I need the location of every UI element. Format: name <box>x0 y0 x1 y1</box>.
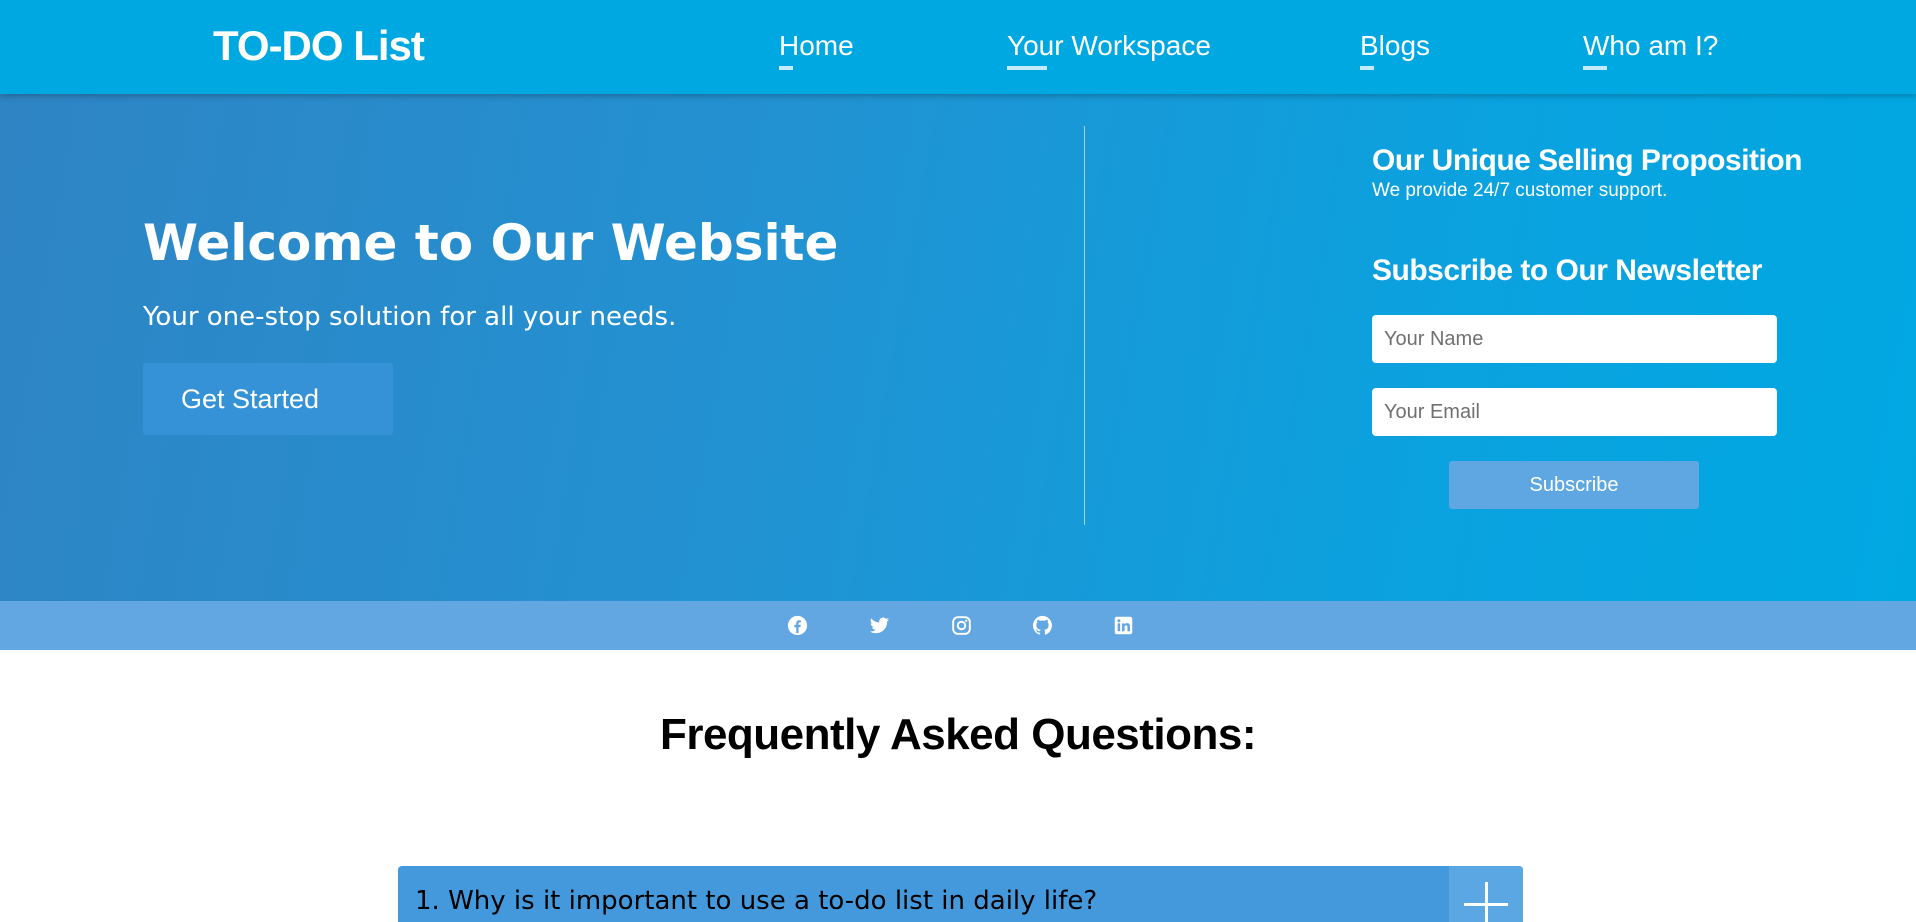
site-header: TO-DO List Home Your Workspace Blogs Who… <box>0 0 1916 94</box>
nav-blogs[interactable]: Blogs <box>1360 30 1431 70</box>
nav-underline <box>1583 66 1607 70</box>
faq-expand-button[interactable] <box>1449 866 1523 922</box>
hero-title: Welcome to Our Website <box>143 214 839 272</box>
nav-who-label: Who am I? <box>1583 30 1719 61</box>
get-started-button[interactable]: Get Started <box>143 363 393 435</box>
newsletter-title: Subscribe to Our Newsletter <box>1372 254 1762 287</box>
name-input[interactable] <box>1372 315 1777 363</box>
nav-workspace-label: Your Workspace <box>1007 30 1211 61</box>
nav-home-label: Home <box>779 30 854 61</box>
faq-question: 1. Why is it important to use a to-do li… <box>415 886 1098 916</box>
vertical-divider <box>1084 126 1085 525</box>
usp-text: We provide 24/7 customer support. <box>1372 180 1668 201</box>
nav-home[interactable]: Home <box>779 30 854 70</box>
nav-underline <box>1360 66 1374 70</box>
faq-item[interactable]: 1. Why is it important to use a to-do li… <box>398 866 1523 922</box>
social-bar <box>0 601 1916 650</box>
nav-blogs-label: Blogs <box>1360 30 1431 61</box>
linkedin-icon[interactable] <box>1113 615 1134 636</box>
subscribe-button[interactable]: Subscribe <box>1449 461 1699 509</box>
nav-underline <box>1007 66 1047 70</box>
email-input[interactable] <box>1372 388 1777 436</box>
usp-title: Our Unique Selling Proposition <box>1372 144 1803 177</box>
github-icon[interactable] <box>1032 615 1053 636</box>
twitter-icon[interactable] <box>869 615 890 636</box>
faq-title: Frequently Asked Questions: <box>659 710 1257 759</box>
plus-icon-vertical <box>1485 882 1488 922</box>
hero-subtitle: Your one-stop solution for all your need… <box>143 302 677 332</box>
instagram-icon[interactable] <box>951 615 972 636</box>
site-logo[interactable]: TO-DO List <box>213 22 425 70</box>
nav-underline <box>779 66 793 70</box>
nav-your-workspace[interactable]: Your Workspace <box>1007 30 1211 70</box>
facebook-icon[interactable] <box>787 615 808 636</box>
hero-section: Welcome to Our Website Your one-stop sol… <box>0 94 1916 601</box>
nav-who-am-i[interactable]: Who am I? <box>1583 30 1719 70</box>
